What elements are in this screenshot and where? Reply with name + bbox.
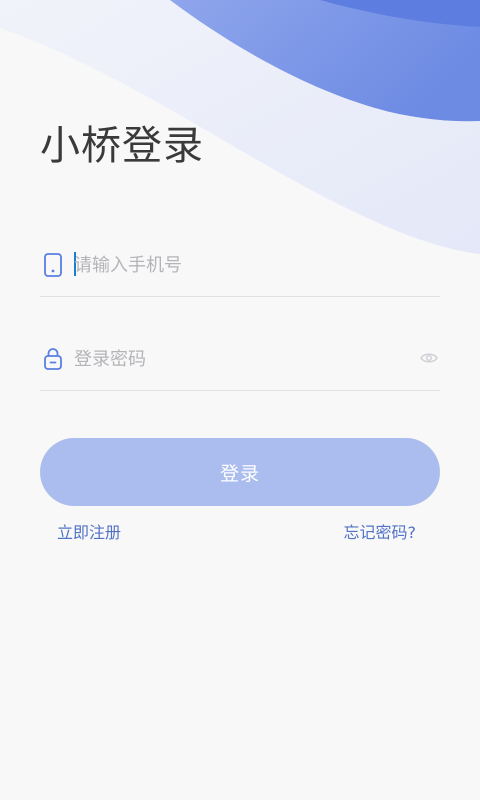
register-link[interactable]: 立即注册 [57, 522, 121, 544]
page-title: 小桥登录 [40, 123, 204, 169]
phone-field[interactable] [40, 236, 440, 297]
forgot-password-link[interactable]: 忘记密码? [344, 522, 417, 544]
eye-icon[interactable] [420, 351, 438, 365]
phone-icon [44, 253, 62, 277]
password-input[interactable] [74, 342, 414, 376]
login-button[interactable]: 登录 [40, 438, 440, 506]
phone-input[interactable] [74, 248, 414, 282]
lock-icon [44, 348, 62, 370]
login-screen: 小桥登录 登录 立即注册 忘记密码? [0, 0, 480, 800]
password-field[interactable] [40, 330, 440, 391]
